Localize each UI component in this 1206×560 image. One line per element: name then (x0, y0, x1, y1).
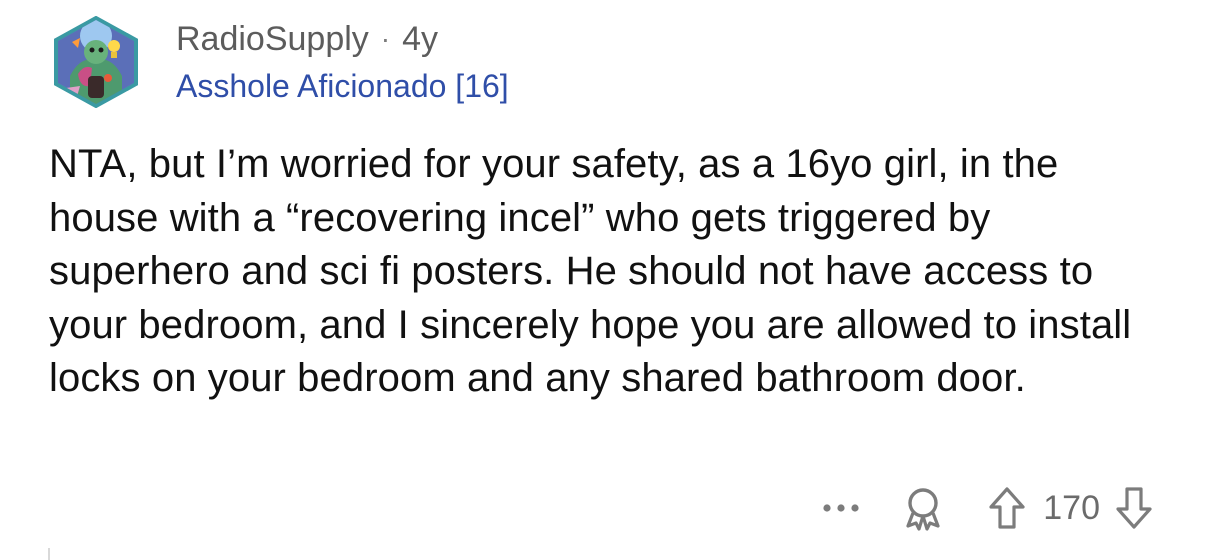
comment-card: RadioSupply · 4y Asshole Aficionado [16]… (0, 0, 1206, 560)
user-flair: Asshole Aficionado [16] (176, 68, 509, 104)
more-options-button[interactable] (819, 486, 863, 530)
meta-separator: · (380, 23, 391, 54)
downvote-button[interactable] (1112, 482, 1156, 534)
comment-age: 4y (402, 20, 439, 58)
award-icon (906, 488, 940, 531)
comment-header: RadioSupply · 4y Asshole Aficionado [16] (176, 18, 509, 106)
thread-line (48, 548, 50, 560)
upvote-arrow-icon (989, 487, 1025, 529)
snoo-avatar-icon (54, 15, 138, 109)
user-avatar[interactable] (50, 15, 142, 109)
comment-action-bar: 170 (819, 478, 1156, 538)
upvote-button[interactable] (985, 482, 1029, 534)
downvote-arrow-icon (1116, 487, 1152, 529)
comment-body: NTA, but I’m worried for your safety, as… (49, 142, 1132, 400)
vote-score: 170 (1043, 489, 1100, 527)
more-options-icon (823, 504, 859, 512)
award-button[interactable] (897, 482, 949, 534)
author-username[interactable]: RadioSupply (176, 18, 369, 60)
author-line: RadioSupply · 4y (176, 18, 509, 60)
